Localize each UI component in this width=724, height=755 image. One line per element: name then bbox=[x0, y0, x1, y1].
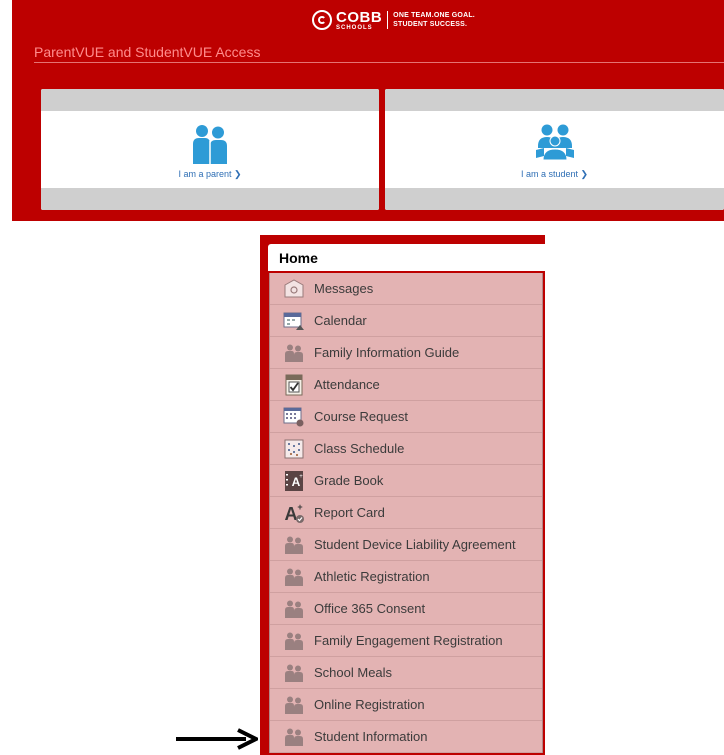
course-request-icon bbox=[283, 406, 305, 428]
menu-item-class-schedule[interactable]: Class Schedule bbox=[270, 433, 542, 465]
menu-item-label: Report Card bbox=[314, 505, 385, 520]
menu-list: Messages Calendar Family Information Gui… bbox=[269, 273, 543, 753]
menu-item-label: Office 365 Consent bbox=[314, 601, 426, 616]
chevron-right-icon: ❯ bbox=[580, 169, 589, 179]
menu-item-label: Student Information bbox=[314, 729, 428, 744]
student-group-icon bbox=[534, 124, 576, 165]
report-card-icon: A + bbox=[283, 502, 305, 524]
logo-sub: SCHOOLS bbox=[336, 24, 373, 31]
menu-item-label: Online Registration bbox=[314, 697, 425, 712]
access-title: ParentVUE and StudentVUE Access bbox=[34, 44, 261, 60]
student-link[interactable]: I am a student ❯ bbox=[385, 169, 724, 180]
menu-item-school-meals[interactable]: School Meals bbox=[270, 657, 542, 689]
menu-item-course-request[interactable]: Course Request bbox=[270, 401, 542, 433]
title-divider bbox=[34, 62, 724, 63]
parent-card[interactable]: I am a parent ❯ bbox=[41, 89, 379, 210]
cobb-schools-logo: COBB SCHOOLS ONE TEAM.ONE GOAL. STUDENT … bbox=[312, 8, 475, 32]
tab-home[interactable]: Home bbox=[268, 244, 545, 271]
menu-item-online-registration[interactable]: Online Registration bbox=[270, 689, 542, 721]
menu-item-messages[interactable]: Messages bbox=[270, 273, 542, 305]
logo-name: COBB bbox=[336, 8, 383, 26]
chevron-right-icon: ❯ bbox=[234, 169, 242, 179]
student-card[interactable]: I am a student ❯ bbox=[385, 89, 724, 210]
people-icon bbox=[283, 598, 305, 620]
menu-item-grade-book[interactable]: A + Grade Book bbox=[270, 465, 542, 497]
svg-text:+: + bbox=[297, 502, 302, 512]
menu-item-label: School Meals bbox=[314, 665, 393, 680]
menu-item-label: Course Request bbox=[314, 409, 408, 424]
class-schedule-icon bbox=[283, 438, 305, 460]
people-icon bbox=[283, 726, 305, 748]
menu-item-label: Messages bbox=[314, 281, 374, 296]
menu-item-student-information[interactable]: Student Information bbox=[270, 721, 542, 753]
people-icon bbox=[283, 694, 305, 716]
people-icon bbox=[283, 534, 305, 556]
menu-item-family-information-guide[interactable]: Family Information Guide bbox=[270, 337, 542, 369]
grade-book-icon: A + bbox=[283, 470, 305, 492]
menu-item-report-card[interactable]: A + Report Card bbox=[270, 497, 542, 529]
people-icon bbox=[283, 342, 305, 364]
menu-item-label: Student Device Liability Agreement bbox=[314, 537, 516, 552]
cobb-logo-icon bbox=[312, 10, 332, 30]
svg-text:+: + bbox=[299, 474, 303, 480]
logo-tagline-2: STUDENT SUCCESS. bbox=[393, 21, 468, 28]
parent-link[interactable]: I am a parent ❯ bbox=[41, 169, 379, 180]
menu-item-label: Class Schedule bbox=[314, 441, 405, 456]
menu-item-family-engagement-registration[interactable]: Family Engagement Registration bbox=[270, 625, 542, 657]
people-icon bbox=[283, 662, 305, 684]
people-icon bbox=[283, 630, 305, 652]
calendar-icon bbox=[283, 310, 305, 332]
pointer-arrow-icon bbox=[176, 728, 261, 755]
menu-item-label: Family Engagement Registration bbox=[314, 633, 503, 648]
menu-item-attendance[interactable]: Attendance bbox=[270, 369, 542, 401]
envelope-icon bbox=[283, 278, 305, 300]
logo-tagline-1: ONE TEAM.ONE GOAL. bbox=[393, 12, 475, 19]
svg-text:A: A bbox=[285, 504, 298, 524]
attendance-checkbox-icon bbox=[283, 374, 305, 396]
menu-item-label: Attendance bbox=[314, 377, 380, 392]
menu-item-athletic-registration[interactable]: Athletic Registration bbox=[270, 561, 542, 593]
access-banner: COBB SCHOOLS ONE TEAM.ONE GOAL. STUDENT … bbox=[12, 0, 724, 221]
home-label: Home bbox=[279, 250, 318, 266]
menu-item-label: Athletic Registration bbox=[314, 569, 430, 584]
menu-item-student-device-liability-agreement[interactable]: Student Device Liability Agreement bbox=[270, 529, 542, 561]
people-icon bbox=[283, 566, 305, 588]
menu-item-calendar[interactable]: Calendar bbox=[270, 305, 542, 337]
parent-icon bbox=[192, 124, 228, 169]
menu-item-office-365-consent[interactable]: Office 365 Consent bbox=[270, 593, 542, 625]
menu-item-label: Family Information Guide bbox=[314, 345, 460, 360]
menu-item-label: Calendar bbox=[314, 313, 367, 328]
menu-item-label: Grade Book bbox=[314, 473, 384, 488]
